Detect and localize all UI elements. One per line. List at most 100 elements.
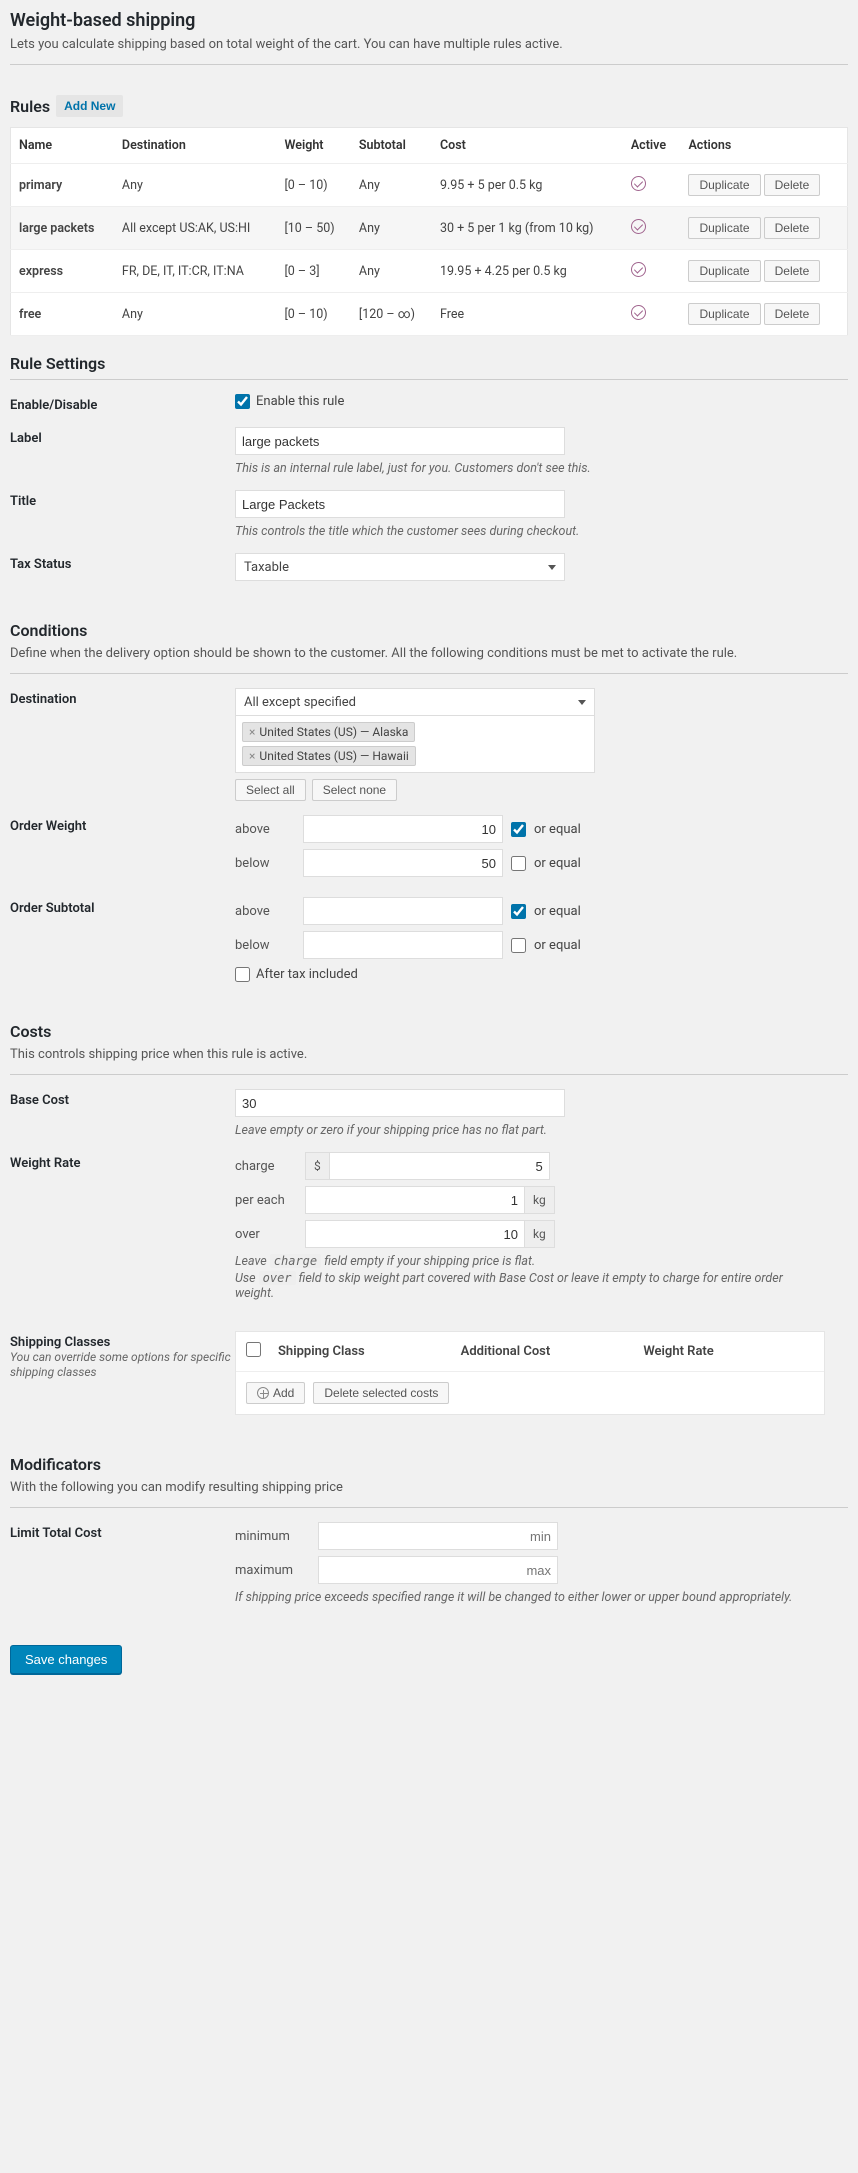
rule-subtotal: [120 – ∞) bbox=[351, 293, 432, 336]
duplicate-button[interactable]: Duplicate bbox=[688, 260, 760, 282]
weight-below-eq-checkbox[interactable] bbox=[511, 856, 526, 871]
weight-above-input[interactable] bbox=[303, 815, 503, 843]
tax-value: Taxable bbox=[244, 560, 289, 575]
kg-suffix: kg bbox=[525, 1186, 555, 1214]
subtotal-below-input[interactable] bbox=[303, 931, 503, 959]
weight-above-eq-checkbox[interactable] bbox=[511, 822, 526, 837]
check-icon bbox=[631, 262, 646, 277]
weight-above-label: above bbox=[235, 822, 295, 837]
tax-label: Tax Status bbox=[10, 553, 235, 572]
charge-label: charge bbox=[235, 1159, 305, 1174]
destination-mode-value: All except specified bbox=[244, 695, 356, 710]
destination-mode-select[interactable]: All except specified bbox=[235, 688, 595, 716]
destination-tags[interactable]: × United States (US) — Alaska ×United Stat… bbox=[235, 715, 595, 773]
limit-label: Limit Total Cost bbox=[10, 1522, 235, 1541]
mods-sub: With the following you can modify result… bbox=[10, 1480, 848, 1495]
divider bbox=[10, 673, 848, 674]
rate-hint1: Leave charge field empty if your shippin… bbox=[235, 1254, 795, 1269]
page-title: Weight-based shipping bbox=[10, 10, 848, 31]
label-input[interactable] bbox=[235, 427, 565, 455]
remove-icon[interactable]: × bbox=[249, 725, 255, 739]
sc-add-button[interactable]: Add bbox=[246, 1382, 305, 1404]
delete-button[interactable]: Delete bbox=[764, 217, 821, 239]
limit-min-input[interactable] bbox=[318, 1522, 558, 1550]
subtotal-below-eq-checkbox[interactable] bbox=[511, 938, 526, 953]
duplicate-button[interactable]: Duplicate bbox=[688, 303, 760, 325]
destination-tag[interactable]: × United States (US) — Alaska bbox=[242, 722, 415, 742]
remove-icon[interactable]: × bbox=[249, 749, 255, 763]
sc-delete-button[interactable]: Delete selected costs bbox=[313, 1382, 449, 1404]
rule-weight: [0 – 10) bbox=[276, 164, 350, 207]
rule-active[interactable] bbox=[623, 250, 681, 293]
col-subtotal: Subtotal bbox=[351, 128, 432, 164]
divider bbox=[10, 1507, 848, 1508]
after-tax-label: After tax included bbox=[256, 967, 358, 982]
divider bbox=[10, 379, 848, 380]
weight-above-eq-label: or equal bbox=[534, 822, 581, 837]
table-row[interactable]: expressFR, DE, IT, IT:CR, IT:NA[0 – 3]An… bbox=[11, 250, 848, 293]
check-icon bbox=[631, 176, 646, 191]
rule-active[interactable] bbox=[623, 207, 681, 250]
divider bbox=[10, 1074, 848, 1075]
duplicate-button[interactable]: Duplicate bbox=[688, 217, 760, 239]
base-cost-input[interactable] bbox=[235, 1089, 565, 1117]
rule-active[interactable] bbox=[623, 164, 681, 207]
subtotal-above-label: above bbox=[235, 904, 295, 919]
chevron-down-icon bbox=[578, 700, 586, 705]
per-each-input[interactable] bbox=[305, 1186, 525, 1214]
sc-col3: Weight Rate bbox=[643, 1344, 814, 1359]
col-name: Name bbox=[11, 128, 114, 164]
enable-checkbox-row[interactable]: Enable this rule bbox=[235, 394, 825, 409]
shipping-classes-label: Shipping Classes You can override some o… bbox=[10, 1331, 235, 1380]
title-input[interactable] bbox=[235, 490, 565, 518]
subtotal-above-input[interactable] bbox=[303, 897, 503, 925]
check-icon bbox=[631, 219, 646, 234]
destination-label: Destination bbox=[10, 688, 235, 707]
delete-button[interactable]: Delete bbox=[764, 303, 821, 325]
rule-active[interactable] bbox=[623, 293, 681, 336]
rate-hint2: Use over field to skip weight part cover… bbox=[235, 1271, 795, 1301]
after-tax-row[interactable]: After tax included bbox=[235, 967, 825, 982]
sc-select-all-checkbox[interactable] bbox=[246, 1342, 261, 1357]
delete-button[interactable]: Delete bbox=[764, 174, 821, 196]
tag-label: United States (US) — Alaska bbox=[259, 725, 408, 739]
page-subtitle: Lets you calculate shipping based on tot… bbox=[10, 37, 848, 52]
select-all-button[interactable]: Select all bbox=[235, 779, 306, 801]
label-hint: This is an internal rule label, just for… bbox=[235, 461, 795, 476]
table-row[interactable]: large packetsAll except US:AK, US:HI[10 … bbox=[11, 207, 848, 250]
duplicate-button[interactable]: Duplicate bbox=[688, 174, 760, 196]
sc-col2: Additional Cost bbox=[461, 1344, 632, 1359]
weight-below-input[interactable] bbox=[303, 849, 503, 877]
conditions-heading: Conditions bbox=[10, 621, 848, 640]
table-row[interactable]: primaryAny[0 – 10)Any9.95 + 5 per 0.5 kg… bbox=[11, 164, 848, 207]
after-tax-checkbox[interactable] bbox=[235, 967, 250, 982]
base-cost-label: Base Cost bbox=[10, 1089, 235, 1108]
settings-heading: Rule Settings bbox=[10, 354, 848, 373]
charge-input[interactable] bbox=[330, 1152, 550, 1180]
mods-heading: Modificators bbox=[10, 1455, 848, 1474]
add-new-button[interactable]: Add New bbox=[56, 95, 123, 117]
enable-checkbox[interactable] bbox=[235, 394, 250, 409]
table-row[interactable]: freeAny[0 – 10)[120 – ∞)FreeDuplicate De… bbox=[11, 293, 848, 336]
divider bbox=[10, 64, 848, 65]
subtotal-below-label: below bbox=[235, 938, 295, 953]
limit-hint: If shipping price exceeds specified rang… bbox=[235, 1590, 795, 1605]
col-active: Active bbox=[623, 128, 681, 164]
tax-select[interactable]: Taxable bbox=[235, 553, 565, 581]
limit-max-label: maximum bbox=[235, 1563, 310, 1578]
rule-destination: Any bbox=[114, 293, 277, 336]
destination-tag[interactable]: ×United States (US) — Hawaii bbox=[242, 746, 416, 766]
save-button[interactable]: Save changes bbox=[10, 1645, 122, 1674]
col-destination: Destination bbox=[114, 128, 277, 164]
select-none-button[interactable]: Select none bbox=[312, 779, 397, 801]
limit-max-input[interactable] bbox=[318, 1556, 558, 1584]
subtotal-above-eq-checkbox[interactable] bbox=[511, 904, 526, 919]
rule-subtotal: Any bbox=[351, 207, 432, 250]
title-field-label: Title bbox=[10, 490, 235, 509]
delete-button[interactable]: Delete bbox=[764, 260, 821, 282]
over-input[interactable] bbox=[305, 1220, 525, 1248]
kg-suffix: kg bbox=[525, 1220, 555, 1248]
rules-table: Name Destination Weight Subtotal Cost Ac… bbox=[10, 127, 848, 336]
col-actions: Actions bbox=[680, 128, 847, 164]
rule-name: express bbox=[11, 250, 114, 293]
